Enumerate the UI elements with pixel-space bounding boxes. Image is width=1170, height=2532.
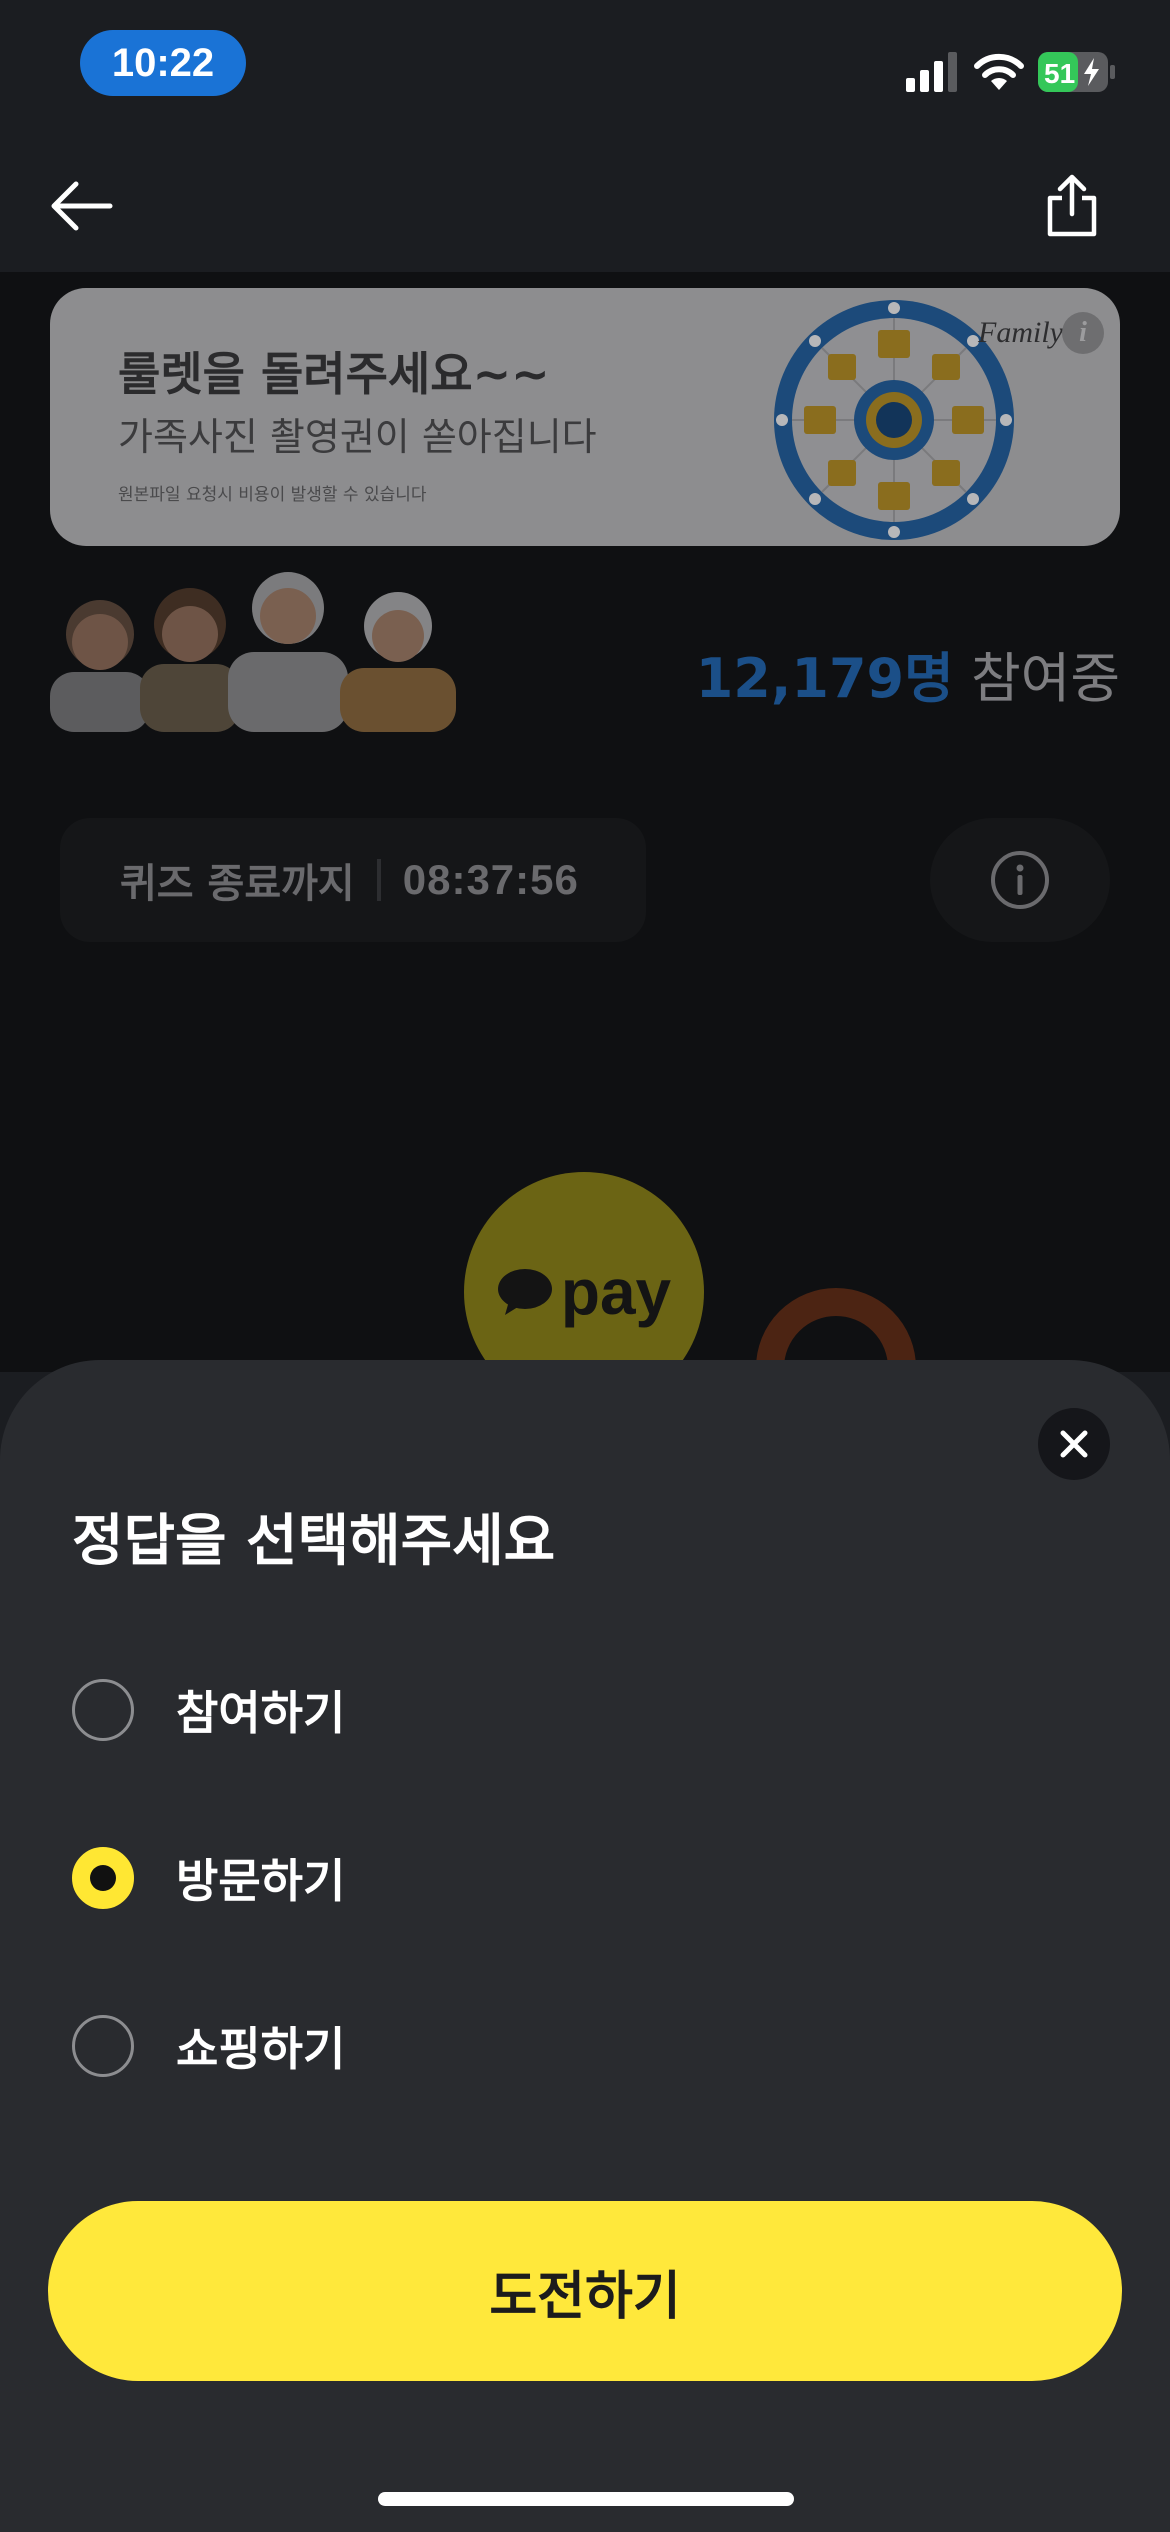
event-content: 룰렛을 돌려주세요~~ 가족사진 촬영권이 쏟아집니다 원본파일 요청시 비용이… (0, 272, 1170, 1448)
sheet-title: 정답을 선택해주세요 (72, 1509, 556, 1574)
radio-button-selected[interactable] (72, 1847, 134, 1909)
back-button[interactable] (36, 168, 126, 244)
answer-option-label: 방문하기 (176, 1854, 346, 1908)
pay-text: pay (560, 1256, 672, 1328)
close-icon (1060, 1430, 1088, 1458)
top-nav-bar (0, 140, 1170, 272)
battery-charging-icon: 51 (1038, 52, 1115, 92)
banner-title: 룰렛을 돌려주세요~~ (118, 347, 550, 401)
challenge-button[interactable]: 도전하기 (48, 2201, 1122, 2381)
answer-option-3[interactable]: 쇼핑하기 (72, 1991, 772, 2101)
radio-button[interactable] (72, 1679, 134, 1741)
radio-button[interactable] (72, 2015, 134, 2077)
page: 10:22 51 룰렛을 돌려주세요~~ 가족사진 촬영권이 쏟아집니다 원본파… (0, 0, 1170, 2532)
quiz-timer: 퀴즈 종료까지 08:37:56 (60, 818, 646, 942)
close-button[interactable] (1038, 1408, 1110, 1480)
status-bar: 10:22 51 (0, 0, 1170, 140)
share-icon (1047, 174, 1097, 237)
answer-option-1[interactable]: 참여하기 (72, 1655, 772, 1765)
participant-label: 참여중 (970, 647, 1120, 710)
banner-note: 원본파일 요청시 비용이 발생할 수 있습니다 (118, 485, 427, 505)
signal-icon (906, 52, 957, 92)
banner-subtitle: 가족사진 촬영권이 쏟아집니다 (118, 415, 597, 459)
speech-bubble-icon (497, 1269, 552, 1315)
answer-option-2[interactable]: 방문하기 (72, 1823, 772, 1933)
answer-bottom-sheet: 정답을 선택해주세요 참여하기 방문하기 쇼핑하기 도전하기 (0, 1360, 1170, 2532)
participant-number: 12,179명 (695, 647, 954, 710)
timer-divider (376, 859, 381, 901)
answer-option-label: 쇼핑하기 (176, 2022, 346, 2076)
share-button[interactable] (1030, 164, 1114, 248)
family-illustration (50, 572, 456, 732)
quiz-timer-label: 퀴즈 종료까지 (120, 861, 355, 907)
banner-info-icon[interactable]: i (1062, 312, 1104, 354)
answer-option-label: 참여하기 (176, 1686, 346, 1740)
home-indicator[interactable] (378, 2492, 794, 2506)
battery-level: 51 (1044, 58, 1075, 89)
wifi-icon (974, 53, 1024, 90)
participant-count: 12,179명 참여중 (696, 634, 1120, 713)
info-icon (991, 851, 1049, 909)
roulette-banner[interactable]: 룰렛을 돌려주세요~~ 가족사진 촬영권이 쏟아집니다 원본파일 요청시 비용이… (50, 288, 1120, 546)
status-time: 10:22 (80, 30, 246, 96)
quiz-info-button[interactable] (930, 818, 1110, 942)
back-arrow-icon (51, 181, 113, 231)
quiz-timer-value: 08:37:56 (402, 856, 579, 903)
